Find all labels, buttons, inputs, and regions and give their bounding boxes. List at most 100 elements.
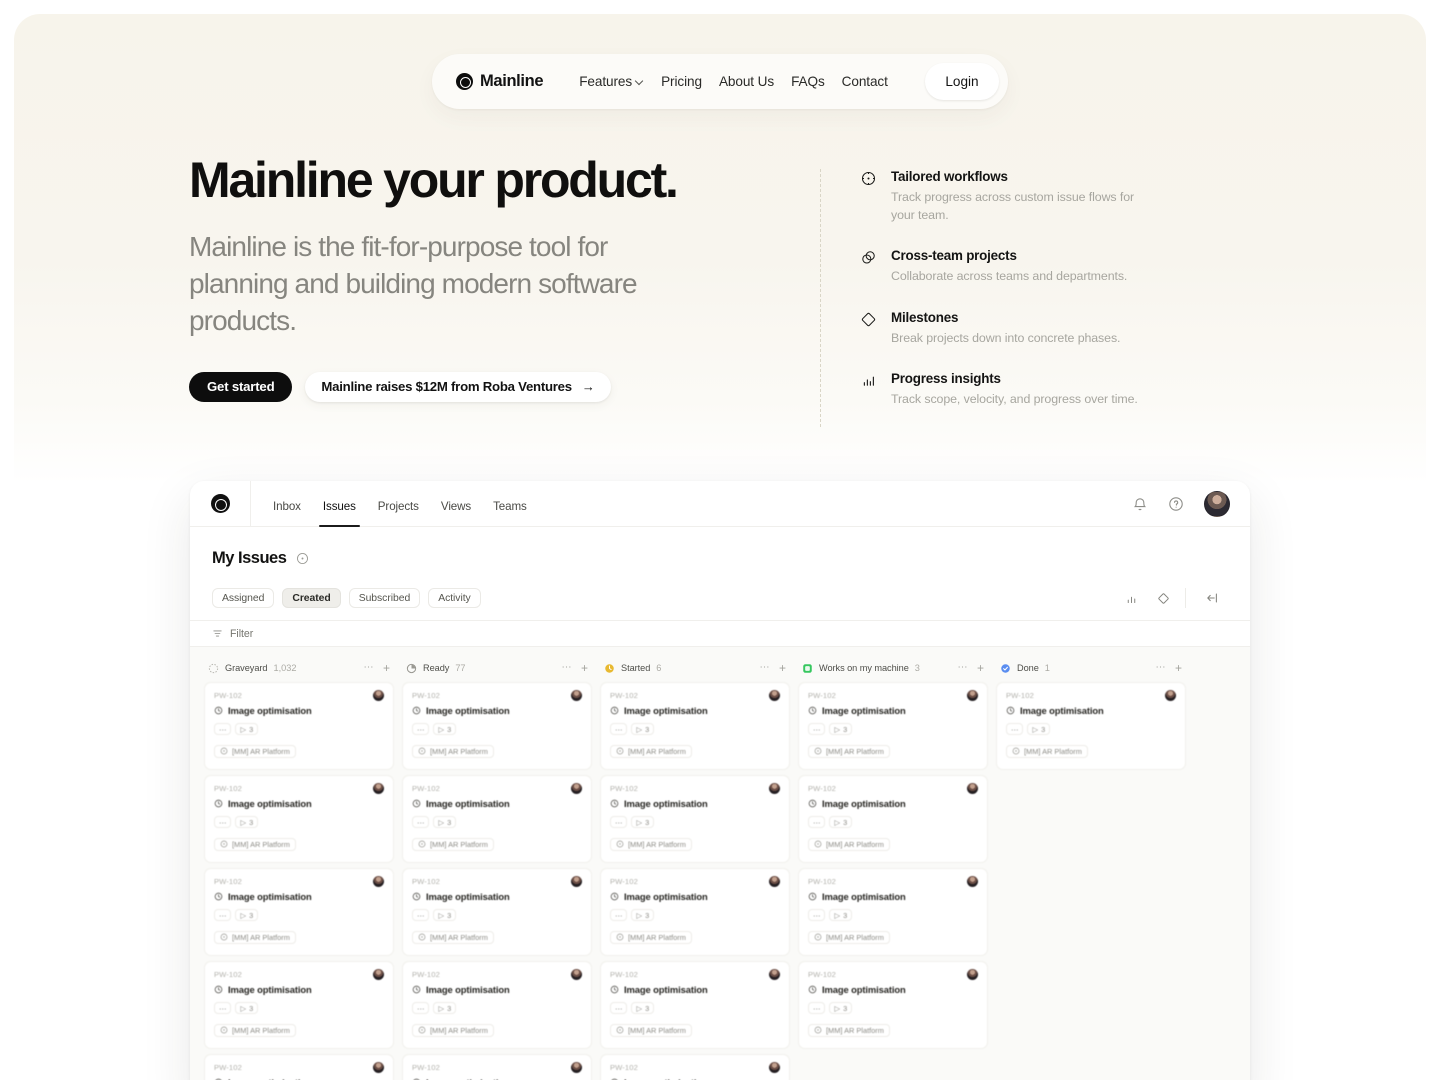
sub-issues-chip[interactable]: ▷ 3	[433, 1002, 457, 1014]
more-options-icon[interactable]: ⋯	[1155, 663, 1166, 673]
issue-card[interactable]: PW-102 Image optimisation ⋯ ▷3 [MM] AR P…	[600, 961, 790, 1049]
sub-issues-chip[interactable]: ▷ 3	[235, 909, 259, 921]
project-chip[interactable]: [MM] AR Platform	[412, 744, 494, 758]
more-chip[interactable]: ⋯	[412, 816, 430, 828]
sub-issues-chip[interactable]: ▷ 3	[235, 816, 259, 828]
project-chip[interactable]: [MM] AR Platform	[412, 1023, 494, 1037]
issue-card[interactable]: PW-102 Image optimisation ⋯ ▷3 [MM] AR P…	[798, 682, 988, 770]
tab-projects[interactable]: Projects	[378, 500, 419, 527]
announcement-button[interactable]: Mainline raises $12M from Roba Ventures …	[305, 371, 611, 402]
issue-card[interactable]: PW-102 Image optimisation ⋯ ▷3 [MM] AR P…	[402, 868, 592, 956]
brand-logo[interactable]: Mainline	[456, 72, 544, 91]
project-chip[interactable]: [MM] AR Platform	[610, 1023, 692, 1037]
nav-link-features[interactable]: Features	[579, 74, 644, 89]
more-options-icon[interactable]: ⋯	[363, 663, 374, 673]
project-chip[interactable]: [MM] AR Platform	[610, 837, 692, 851]
add-issue-icon[interactable]: +	[779, 662, 786, 674]
project-chip[interactable]: [MM] AR Platform	[412, 837, 494, 851]
sub-issues-chip[interactable]: ▷ 3	[433, 723, 457, 735]
issue-card[interactable]: PW-102 Image optimisation ⋯ ▷3 [MM] AR P…	[600, 775, 790, 863]
tab-teams[interactable]: Teams	[493, 500, 527, 527]
sub-issues-chip[interactable]: ▷ 3	[829, 1002, 853, 1014]
sub-issues-chip[interactable]: ▷ 3	[433, 816, 457, 828]
nav-link-contact[interactable]: Contact	[842, 74, 888, 89]
sub-issues-chip[interactable]: ▷ 3	[1027, 723, 1051, 735]
add-issue-icon[interactable]: +	[383, 662, 390, 674]
more-options-icon[interactable]: ⋯	[957, 663, 968, 673]
circle-dot-icon[interactable]	[296, 552, 309, 565]
sub-issues-chip[interactable]: ▷ 3	[829, 723, 853, 735]
project-chip[interactable]: [MM] AR Platform	[214, 744, 296, 758]
project-chip[interactable]: [MM] AR Platform	[610, 930, 692, 944]
tab-inbox[interactable]: Inbox	[273, 500, 301, 527]
more-chip[interactable]: ⋯	[214, 816, 232, 828]
bar-chart-icon[interactable]	[1115, 592, 1147, 605]
issue-card[interactable]: PW-102 Image optimisation ⋯ ▷3 [MM] AR P…	[204, 775, 394, 863]
collapse-panel-icon[interactable]	[1196, 591, 1228, 605]
project-chip[interactable]: [MM] AR Platform	[808, 744, 890, 758]
sub-issues-chip[interactable]: ▷ 3	[631, 816, 655, 828]
issue-card[interactable]: PW-102 Image optimisation ⋯ ▷3 [MM] AR P…	[204, 682, 394, 770]
project-chip[interactable]: [MM] AR Platform	[412, 930, 494, 944]
project-chip[interactable]: [MM] AR Platform	[610, 744, 692, 758]
segment-assigned[interactable]: Assigned	[212, 588, 275, 608]
more-chip[interactable]: ⋯	[610, 1002, 628, 1014]
sub-issues-chip[interactable]: ▷ 3	[829, 909, 853, 921]
more-options-icon[interactable]: ⋯	[759, 663, 770, 673]
sub-issues-chip[interactable]: ▷ 3	[235, 1002, 259, 1014]
sub-issues-chip[interactable]: ▷ 3	[433, 909, 457, 921]
add-issue-icon[interactable]: +	[581, 662, 588, 674]
nav-link-pricing[interactable]: Pricing	[661, 74, 702, 89]
issue-card[interactable]: PW-102 Image optimisation ⋯ ▷3 [MM] AR P…	[996, 682, 1186, 770]
sub-issues-chip[interactable]: ▷ 3	[235, 723, 259, 735]
more-chip[interactable]: ⋯	[214, 909, 232, 921]
issue-card[interactable]: PW-102 Image optimisation ⋯ ▷3 [MM] AR P…	[600, 682, 790, 770]
issue-card[interactable]: PW-102 Image optimisation ⋯ ▷3 [MM] AR P…	[402, 775, 592, 863]
more-chip[interactable]: ⋯	[610, 723, 628, 735]
bell-icon[interactable]	[1132, 496, 1148, 512]
segment-subscribed[interactable]: Subscribed	[348, 588, 421, 608]
project-chip[interactable]: [MM] AR Platform	[1006, 744, 1088, 758]
segment-created[interactable]: Created	[282, 588, 341, 608]
project-chip[interactable]: [MM] AR Platform	[808, 837, 890, 851]
more-chip[interactable]: ⋯	[808, 723, 826, 735]
more-chip[interactable]: ⋯	[808, 816, 826, 828]
login-button[interactable]: Login	[925, 63, 999, 100]
project-chip[interactable]: [MM] AR Platform	[214, 930, 296, 944]
nav-link-faqs[interactable]: FAQs	[791, 74, 825, 89]
project-chip[interactable]: [MM] AR Platform	[808, 1023, 890, 1037]
add-issue-icon[interactable]: +	[1175, 662, 1182, 674]
issue-card[interactable]: PW-102 Image optimisation ⋯ ▷3 [MM] AR P…	[798, 961, 988, 1049]
more-chip[interactable]: ⋯	[214, 723, 232, 735]
add-issue-icon[interactable]: +	[977, 662, 984, 674]
more-options-icon[interactable]: ⋯	[561, 663, 572, 673]
issue-card[interactable]: PW-102 Image optimisation ⋯ ▷3 [MM] AR P…	[204, 961, 394, 1049]
more-chip[interactable]: ⋯	[412, 909, 430, 921]
sub-issues-chip[interactable]: ▷ 3	[631, 1002, 655, 1014]
diamond-icon[interactable]	[1147, 592, 1179, 605]
issue-card[interactable]: PW-102 Image optimisation ⋯ ▷3 [MM] AR P…	[204, 868, 394, 956]
nav-link-about-us[interactable]: About Us	[719, 74, 774, 89]
issue-card[interactable]: PW-102 Image optimisation ⋯ ▷3 [MM] AR P…	[798, 775, 988, 863]
help-circle-icon[interactable]	[1168, 496, 1184, 512]
issue-card[interactable]: PW-102 Image optimisation ⋯ ▷3 [MM] AR P…	[402, 1054, 592, 1080]
project-chip[interactable]: [MM] AR Platform	[808, 930, 890, 944]
project-chip[interactable]: [MM] AR Platform	[214, 837, 296, 851]
more-chip[interactable]: ⋯	[412, 723, 430, 735]
issue-card[interactable]: PW-102 Image optimisation ⋯ ▷3 [MM] AR P…	[798, 868, 988, 956]
project-chip[interactable]: [MM] AR Platform	[214, 1023, 296, 1037]
sub-issues-chip[interactable]: ▷ 3	[631, 909, 655, 921]
issue-card[interactable]: PW-102 Image optimisation ⋯ ▷3 [MM] AR P…	[402, 682, 592, 770]
more-chip[interactable]: ⋯	[610, 909, 628, 921]
more-chip[interactable]: ⋯	[610, 816, 628, 828]
more-chip[interactable]: ⋯	[808, 1002, 826, 1014]
more-chip[interactable]: ⋯	[214, 1002, 232, 1014]
issue-card[interactable]: PW-102 Image optimisation ⋯ ▷3 [MM] AR P…	[204, 1054, 394, 1080]
issue-card[interactable]: PW-102 Image optimisation ⋯ ▷3 [MM] AR P…	[600, 868, 790, 956]
app-logo[interactable]	[190, 481, 251, 527]
issue-card[interactable]: PW-102 Image optimisation ⋯ ▷3 [MM] AR P…	[600, 1054, 790, 1080]
sub-issues-chip[interactable]: ▷ 3	[631, 723, 655, 735]
sub-issues-chip[interactable]: ▷ 3	[829, 816, 853, 828]
filter-bar[interactable]: Filter	[190, 620, 1250, 647]
segment-activity[interactable]: Activity	[428, 588, 481, 608]
